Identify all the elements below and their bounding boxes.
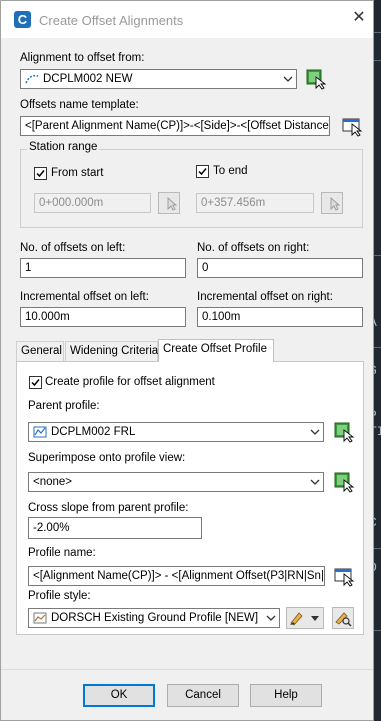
edit-template-button[interactable] xyxy=(341,115,363,137)
chevron-down-icon xyxy=(310,428,320,436)
incr-right-label: Incremental offset on right: xyxy=(197,291,333,303)
cross-slope-field[interactable]: -2.00% xyxy=(28,517,202,539)
offsets-left-label: No. of offsets on left: xyxy=(20,242,126,254)
close-icon[interactable]: ✕ xyxy=(350,9,368,27)
profile-style-icon xyxy=(32,611,48,625)
profile-icon xyxy=(32,425,48,439)
to-end-station-field: 0+357.456m xyxy=(196,193,314,213)
edit-profile-name-button[interactable] xyxy=(333,565,355,587)
edit-style-button[interactable] xyxy=(332,607,354,629)
civil3d-app-icon: C xyxy=(14,11,31,28)
offsets-left-field[interactable]: 1 xyxy=(20,258,186,278)
create-offset-alignments-dialog: C Create Offset Alignments ✕ Alignment t… xyxy=(0,0,374,721)
superimpose-value: <none> xyxy=(33,476,73,488)
alignment-label: Alignment to offset from: xyxy=(20,52,145,64)
window-title: Create Offset Alignments xyxy=(39,13,184,28)
from-start-checkbox[interactable] xyxy=(34,167,47,180)
pick-start-station-button xyxy=(158,192,180,214)
profile-style-select[interactable]: DORSCH Existing Ground Profile [NEW] xyxy=(28,608,280,628)
parent-profile-select[interactable]: DCPLM002 FRL xyxy=(28,422,324,442)
cross-slope-label: Cross slope from parent profile: xyxy=(28,502,189,514)
parent-profile-value: DCPLM002 FRL xyxy=(51,426,136,438)
parent-profile-label: Parent profile: xyxy=(28,400,100,412)
title-bar: C Create Offset Alignments ✕ xyxy=(1,1,373,38)
pick-end-station-button xyxy=(321,192,343,214)
offsets-right-label: No. of offsets on right: xyxy=(197,242,310,254)
alignment-select[interactable]: DCPLM002 NEW xyxy=(20,69,297,89)
create-offset-profile-panel: Create profile for offset alignment Pare… xyxy=(16,361,364,635)
help-button[interactable]: Help xyxy=(250,684,322,707)
offsets-right-field[interactable]: 0 xyxy=(197,258,363,278)
to-end-label: To end xyxy=(213,165,248,177)
from-start-label: From start xyxy=(51,167,104,179)
tab-general[interactable]: General xyxy=(16,341,64,362)
cancel-button[interactable]: Cancel xyxy=(167,684,239,707)
footer-divider xyxy=(1,669,373,670)
pick-alignment-button[interactable] xyxy=(305,68,327,90)
pick-profile-view-button[interactable] xyxy=(333,471,355,493)
incr-left-label: Incremental offset on left: xyxy=(20,291,149,303)
alignment-icon xyxy=(24,72,40,86)
alignment-value: DCPLM002 NEW xyxy=(43,73,133,85)
pick-parent-profile-button[interactable] xyxy=(333,421,355,443)
incr-right-field[interactable]: 0.100m xyxy=(197,307,363,327)
tab-widening-criteria[interactable]: Widening Criteria xyxy=(65,341,158,362)
to-end-checkbox[interactable] xyxy=(196,165,209,178)
offsets-template-field[interactable]: <[Parent Alignment Name(CP)]>-<[Side]>-<… xyxy=(20,116,330,136)
profile-style-value: DORSCH Existing Ground Profile [NEW] xyxy=(51,612,259,624)
incr-left-field[interactable]: 10.000m xyxy=(20,307,186,327)
from-start-station-field: 0+000.000m xyxy=(34,193,151,213)
style-options-button[interactable] xyxy=(286,607,324,629)
profile-name-field[interactable]: <[Alignment Name(CP)]> - <[Alignment Off… xyxy=(28,566,325,586)
chevron-down-icon xyxy=(266,614,276,622)
station-range-label: Station range xyxy=(27,141,100,153)
tab-create-offset-profile[interactable]: Create Offset Profile xyxy=(158,339,274,362)
ok-button[interactable]: OK xyxy=(83,684,155,707)
profile-style-label: Profile style: xyxy=(28,590,91,602)
create-profile-checkbox[interactable] xyxy=(29,376,42,389)
superimpose-select[interactable]: <none> xyxy=(28,472,324,492)
chevron-down-icon xyxy=(310,478,320,486)
offsets-template-label: Offsets name template: xyxy=(20,99,139,111)
profile-name-label: Profile name: xyxy=(28,547,96,559)
create-profile-label: Create profile for offset alignment xyxy=(45,376,215,388)
superimpose-label: Superimpose onto profile view: xyxy=(28,452,186,464)
station-range-group xyxy=(20,149,363,228)
chevron-down-icon xyxy=(283,75,293,83)
